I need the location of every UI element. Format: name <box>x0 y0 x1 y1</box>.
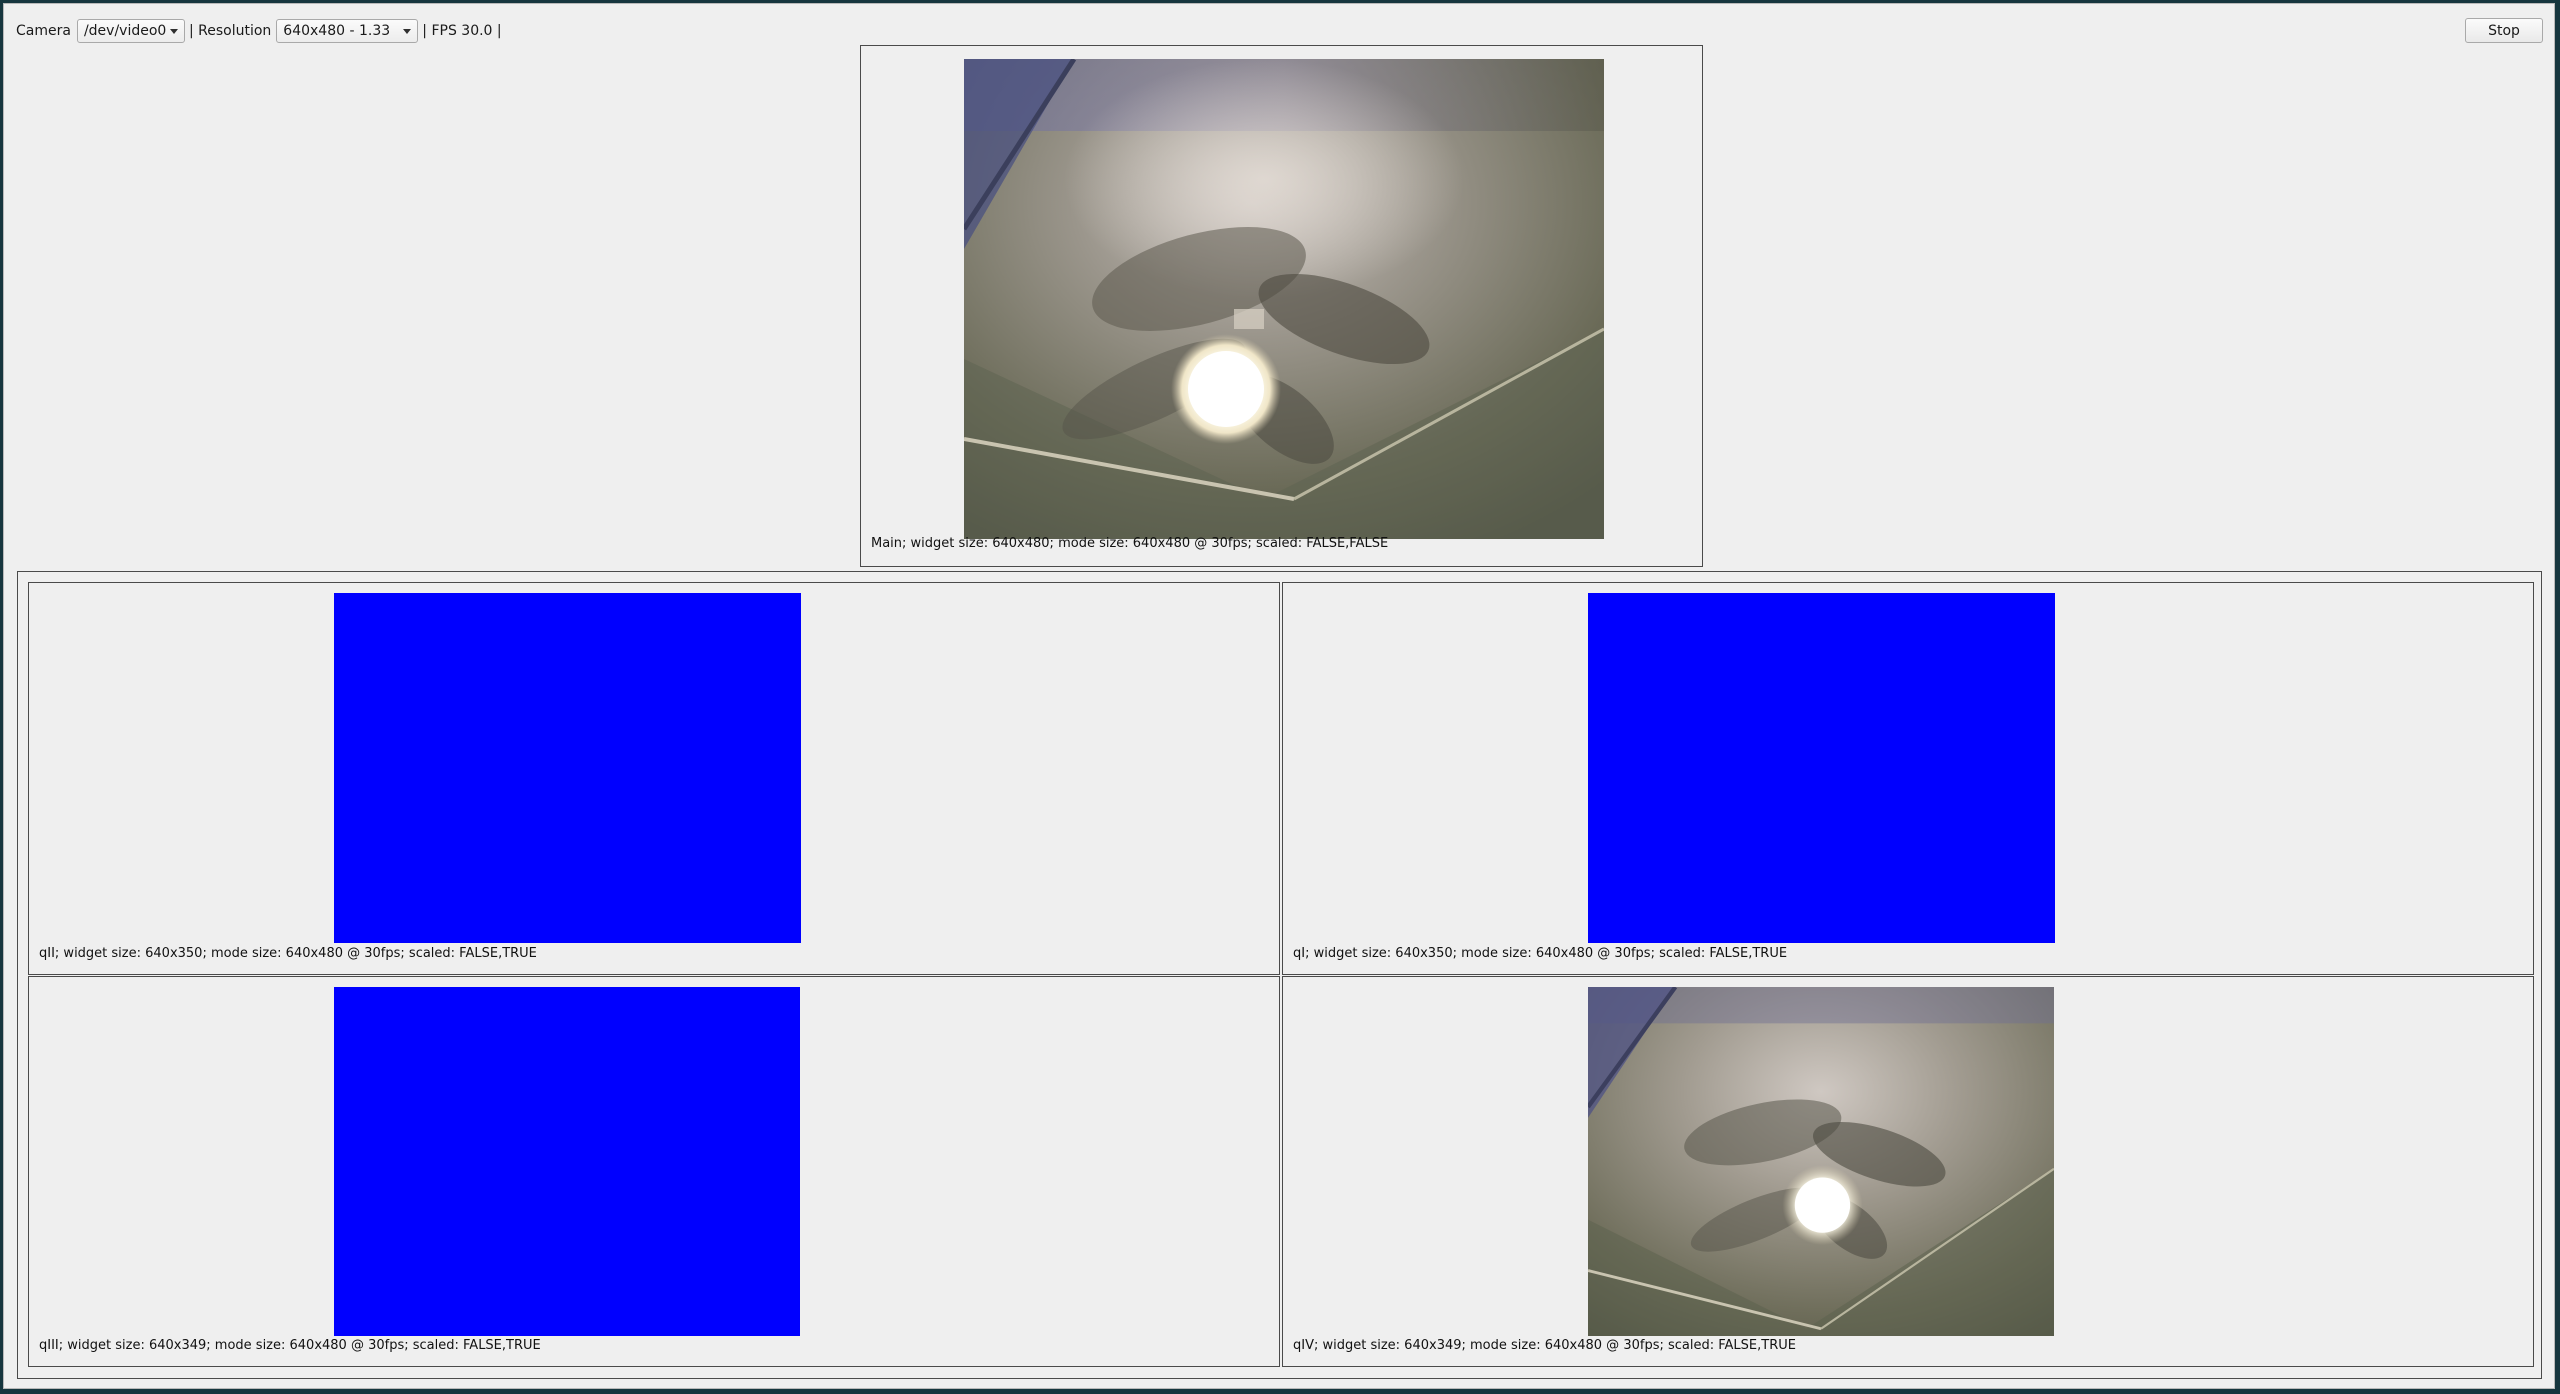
qIV-caption: qIV; widget size: 640x349; mode size: 64… <box>1293 1338 1796 1353</box>
qIV-video-feed <box>1588 987 2054 1336</box>
qII-video-feed <box>334 593 801 943</box>
ceiling-fan-image <box>1588 987 2054 1336</box>
resolution-select[interactable]: 640x480 - 1.33 <box>276 19 419 43</box>
fps-readout: | FPS 30.0 | <box>422 23 502 39</box>
qII-caption: qII; widget size: 640x350; mode size: 64… <box>39 946 537 961</box>
quadrant-qIV: qIV; widget size: 640x349; mode size: 64… <box>1282 976 2534 1367</box>
qI-video-feed <box>1588 593 2055 943</box>
stop-button[interactable]: Stop <box>2465 18 2543 43</box>
app-window: Camera /dev/video0 | Resolution 640x480 … <box>3 3 2555 1389</box>
toolbar: Camera /dev/video0 | Resolution 640x480 … <box>16 17 502 45</box>
quadrant-qII: qII; widget size: 640x350; mode size: 64… <box>28 582 1280 975</box>
chevron-down-icon <box>169 29 178 34</box>
quadrant-container: qII; widget size: 640x350; mode size: 64… <box>17 571 2542 1379</box>
camera-label: Camera <box>16 23 71 39</box>
camera-select-value: /dev/video0 <box>83 23 167 39</box>
quadrant-qI: qI; widget size: 640x350; mode size: 640… <box>1282 582 2534 975</box>
main-view-panel: Main; widget size: 640x480; mode size: 6… <box>860 45 1703 567</box>
main-video-feed <box>964 59 1604 539</box>
quadrant-qIII: qIII; widget size: 640x349; mode size: 6… <box>28 976 1280 1367</box>
main-view-caption: Main; widget size: 640x480; mode size: 6… <box>871 536 1389 551</box>
chevron-down-icon <box>403 29 412 34</box>
resolution-select-value: 640x480 - 1.33 <box>283 23 391 39</box>
qI-caption: qI; widget size: 640x350; mode size: 640… <box>1293 946 1788 961</box>
qIII-video-feed <box>334 987 800 1336</box>
qIII-caption: qIII; widget size: 640x349; mode size: 6… <box>39 1338 541 1353</box>
ceiling-fan-image <box>964 59 1604 539</box>
camera-select[interactable]: /dev/video0 <box>76 19 185 43</box>
resolution-label: | Resolution <box>188 23 272 39</box>
